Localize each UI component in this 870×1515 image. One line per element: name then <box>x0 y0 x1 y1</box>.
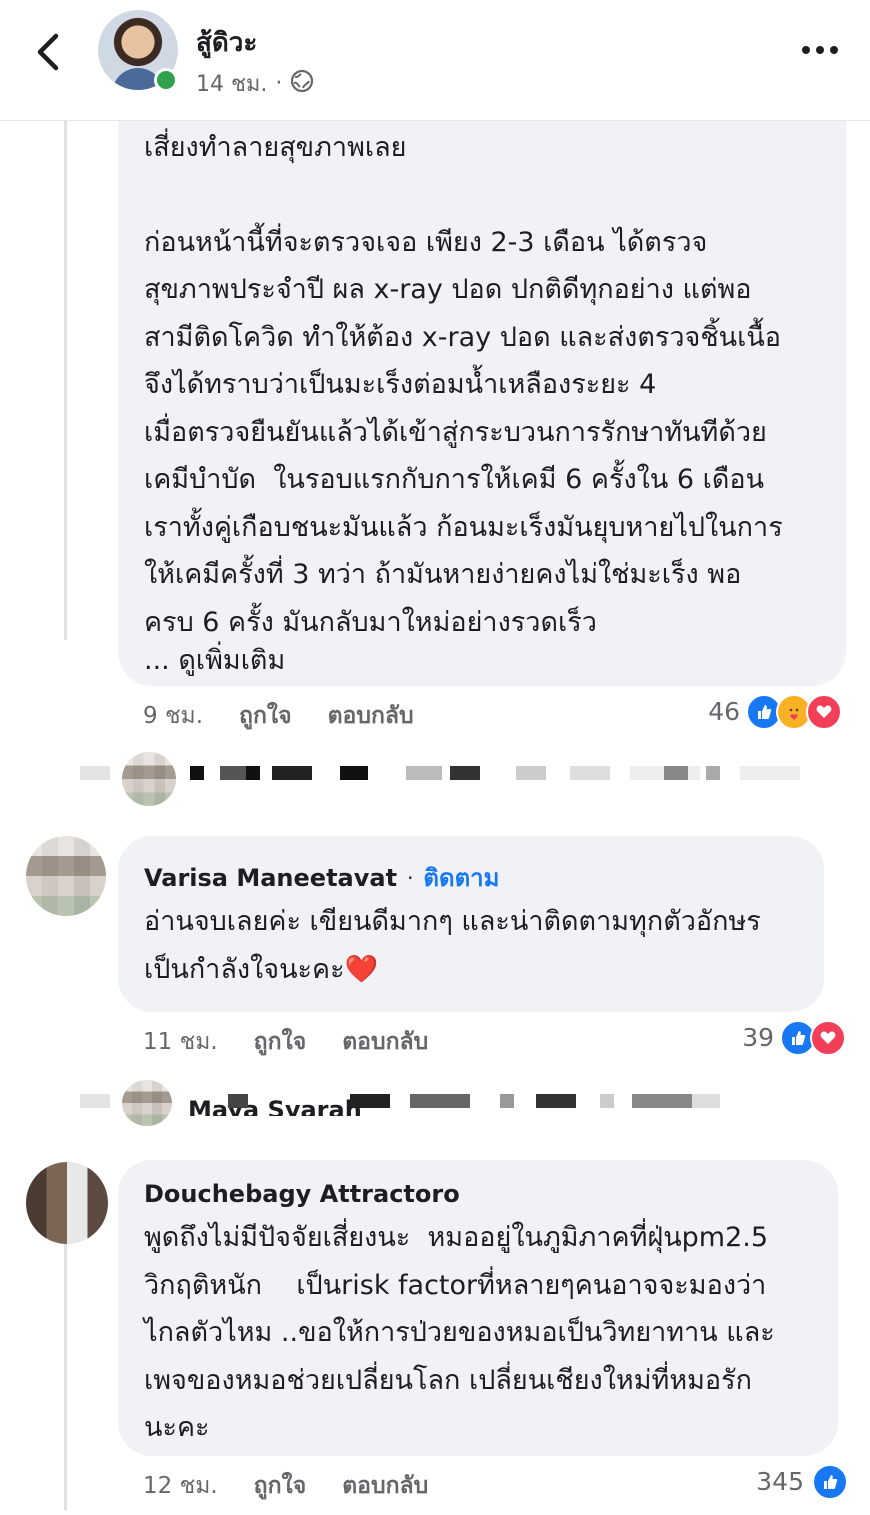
post-meta: 14 ชม. · <box>196 66 314 101</box>
comment-line: เมื่อตรวจยืนยันแล้วได้เข้าสู่กระบวนการรั… <box>144 416 767 448</box>
reply-preview-pixelated[interactable] <box>80 1094 800 1118</box>
comment-line: สามีติดโควิด ทำให้ต้อง x-ray ปอด และส่งต… <box>144 321 782 353</box>
comment-line: เสี่ยงทำลายสุขภาพเลย <box>144 132 407 163</box>
reply-preview-pixelated[interactable] <box>80 766 800 790</box>
thread-line <box>64 1220 67 1510</box>
comment-time[interactable]: 11 ชม. <box>143 1024 218 1060</box>
comment-line: สุขภาพประจำปี ผล x-ray ปอด ปกติดีทุกอย่า… <box>144 274 752 305</box>
comment-line <box>144 172 844 219</box>
like-reaction-icon <box>812 1464 848 1500</box>
commenter-avatar[interactable] <box>26 836 106 916</box>
commenter-name[interactable]: Varisa Maneetavat <box>144 864 397 892</box>
comment-bubble[interactable]: Douchebagy Attractoro พูดถึงไม่มีปัจจัยเ… <box>118 1160 838 1456</box>
comment-actions: 12 ชม. ถูกใจ ตอบกลับ <box>143 1468 428 1504</box>
reply-button[interactable]: ตอบกลับ <box>328 698 414 734</box>
comment-line: ให้เคมีครั้งที่ 3 ทว่า ถ้ามันหายง่ายคงไม… <box>144 559 742 590</box>
see-more-link[interactable]: ... ดูเพิ่มเติม <box>144 638 285 681</box>
thread-line <box>64 120 67 640</box>
like-button[interactable]: ถูกใจ <box>254 1024 307 1060</box>
name-separator: · <box>407 865 414 890</box>
commenter-avatar[interactable] <box>26 1162 108 1244</box>
reaction-count[interactable]: 46 <box>690 697 740 726</box>
like-button[interactable]: ถูกใจ <box>254 1468 307 1504</box>
comment-actions: 11 ชม. ถูกใจ ตอบกลับ <box>143 1024 428 1060</box>
love-reaction-icon <box>810 1020 846 1056</box>
comment-actions: 9 ชม. ถูกใจ ตอบกลับ <box>143 698 414 734</box>
comment-line: ไกลตัวไหม ..ขอให้การป่วยของหมอเป็นวิทยาท… <box>144 1317 775 1348</box>
comment-bubble[interactable]: เสี่ยงทำลายสุขภาพเลย ก่อนหน้านี้ที่จะตรว… <box>118 108 846 686</box>
online-status-dot <box>154 68 178 92</box>
comment-line: นะคะ <box>144 1412 210 1443</box>
comment-time[interactable]: 9 ชม. <box>143 698 203 734</box>
post-author-name[interactable]: สู้ดิวะ <box>196 22 257 63</box>
comment-line: เคมีบำบัด ในรอบแรกกับการให้เคมี 6 ครั้งใ… <box>144 464 765 495</box>
comment-line: พูดถึงไม่มีปัจจัยเสี่ยงนะ หมออยู่ในภูมิภ… <box>144 1222 769 1253</box>
comment-line: วิกฤติหนัก เป็นrisk factorที่หลายๆคนอาจจ… <box>144 1269 767 1301</box>
comment-line: เพจของหมอช่วยเปลี่ยนโลก เปลี่ยนเชียงใหม่… <box>144 1364 752 1396</box>
reaction-icons[interactable] <box>746 694 842 730</box>
more-horizontal-icon[interactable] <box>800 40 840 60</box>
comment-line: เราทั้งคู่เกือบชนะมันแล้ว ก้อนมะเร็งมันย… <box>144 511 783 543</box>
comment-line: อ่านจบเลยค่ะ เขียนดีมากๆ และน่าติดตามทุก… <box>144 906 761 937</box>
commenter-name[interactable]: Douchebagy Attractoro <box>144 1180 460 1208</box>
reaction-icons[interactable] <box>812 1464 848 1500</box>
reaction-count[interactable]: 345 <box>736 1467 804 1496</box>
reaction-count[interactable]: 39 <box>724 1023 774 1052</box>
chevron-left-icon[interactable] <box>28 30 68 74</box>
meta-separator: · <box>275 71 283 96</box>
comment-bubble[interactable]: Varisa Maneetavat · ติดตาม อ่านจบเลยค่ะ … <box>118 836 824 1012</box>
reply-button[interactable]: ตอบกลับ <box>342 1468 428 1504</box>
comment-line: จึงได้ทราบว่าเป็นมะเร็งต่อมน้ำเหลืองระยะ… <box>144 369 657 400</box>
post-header: สู้ดิวะ 14 ชม. · <box>0 0 870 121</box>
like-button[interactable]: ถูกใจ <box>239 698 292 734</box>
love-reaction-icon <box>806 694 842 730</box>
follow-button[interactable]: ติดตาม <box>423 858 499 897</box>
reaction-icons[interactable] <box>780 1020 846 1056</box>
globe-icon <box>290 69 314 99</box>
comment-line: ก่อนหน้านี้ที่จะตรวจเจอ เพียง 2-3 เดือน … <box>144 226 708 258</box>
comment-time[interactable]: 12 ชม. <box>143 1468 218 1504</box>
post-time[interactable]: 14 ชม. <box>196 66 267 101</box>
comment-line: เป็นกำลังใจนะคะ❤️ <box>144 953 379 985</box>
comments-screen: สู้ดิวะ 14 ชม. · เสี่ยงทำลายสุขภาพเลย ก่… <box>0 0 870 1515</box>
reply-button[interactable]: ตอบกลับ <box>342 1024 428 1060</box>
